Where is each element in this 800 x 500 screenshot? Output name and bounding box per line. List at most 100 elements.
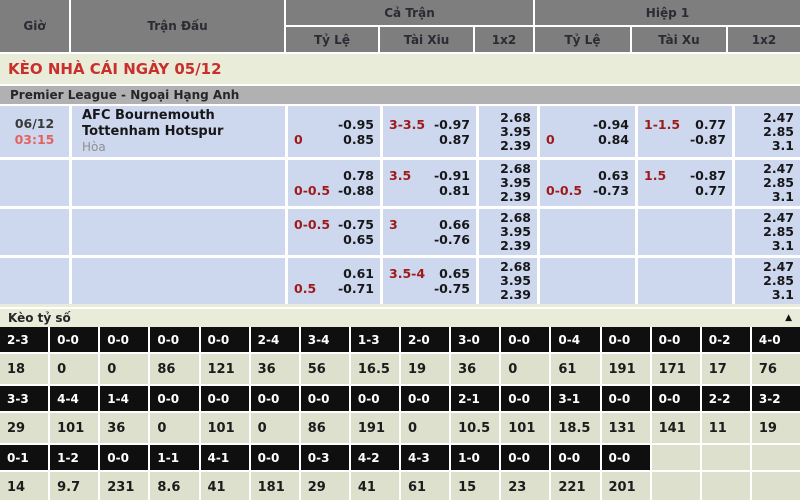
score-cell[interactable]: 0-0	[501, 327, 549, 352]
full-1x2-cell[interactable]: 2.683.952.39	[479, 209, 537, 255]
score-cell[interactable]: 4-1	[201, 445, 249, 470]
score-cell[interactable]: 3-4	[301, 327, 349, 352]
score-odds-cell[interactable]: 36	[251, 354, 299, 384]
score-cell[interactable]: 0-0	[652, 386, 700, 411]
full-handicap-cell[interactable]: -0.9500.85	[288, 106, 380, 157]
score-odds-cell[interactable]: 0	[50, 354, 98, 384]
score-cell[interactable]: 2-3	[0, 327, 48, 352]
score-cell[interactable]: 0-0	[251, 386, 299, 411]
score-cell[interactable]: 0-3	[301, 445, 349, 470]
score-cell[interactable]: 4-4	[50, 386, 98, 411]
score-odds-cell[interactable]: 61	[401, 472, 449, 500]
score-odds-cell[interactable]: 191	[351, 413, 399, 443]
h1-overunder-cell[interactable]	[638, 258, 732, 304]
full-1x2-cell[interactable]: 2.683.952.39	[479, 258, 537, 304]
score-cell[interactable]: 0-0	[251, 445, 299, 470]
score-cell[interactable]: 0-1	[0, 445, 48, 470]
h1-1x2-cell[interactable]: 2.472.853.1	[735, 106, 800, 157]
score-odds-cell[interactable]: 131	[602, 413, 650, 443]
score-odds-cell[interactable]: 101	[201, 413, 249, 443]
score-cell[interactable]: 0-2	[702, 327, 750, 352]
score-cell[interactable]: 4-0	[752, 327, 800, 352]
score-odds-cell[interactable]: 18	[0, 354, 48, 384]
score-cell[interactable]: 0-0	[652, 327, 700, 352]
score-odds-cell[interactable]: 10.5	[451, 413, 499, 443]
score-cell[interactable]: 4-2	[351, 445, 399, 470]
score-cell[interactable]: 2-0	[401, 327, 449, 352]
score-odds-cell[interactable]: 141	[652, 413, 700, 443]
score-odds-cell[interactable]: 14	[0, 472, 48, 500]
score-cell[interactable]: 0-0	[351, 386, 399, 411]
score-odds-cell[interactable]: 76	[752, 354, 800, 384]
score-odds-cell[interactable]: 29	[0, 413, 48, 443]
score-odds-cell[interactable]: 16.5	[351, 354, 399, 384]
score-cell[interactable]: 0-0	[201, 327, 249, 352]
score-odds-cell[interactable]: 191	[602, 354, 650, 384]
full-overunder-cell[interactable]: 30.66-0.76	[383, 209, 476, 255]
score-cell[interactable]: 2-4	[251, 327, 299, 352]
score-cell[interactable]: 0-0	[201, 386, 249, 411]
score-odds-cell[interactable]: 36	[100, 413, 148, 443]
score-cell[interactable]: 0-4	[551, 327, 599, 352]
full-handicap-cell[interactable]: 0.610.5-0.71	[288, 258, 380, 304]
score-odds-cell[interactable]: 36	[451, 354, 499, 384]
score-cell[interactable]: 1-2	[50, 445, 98, 470]
score-odds-cell[interactable]: 15	[451, 472, 499, 500]
score-cell[interactable]: 0-0	[50, 327, 98, 352]
full-overunder-cell[interactable]: 3-3.5-0.970.87	[383, 106, 476, 157]
score-odds-cell[interactable]: 41	[201, 472, 249, 500]
score-odds-cell[interactable]: 171	[652, 354, 700, 384]
score-odds-cell[interactable]: 101	[501, 413, 549, 443]
score-cell[interactable]: 0-0	[602, 327, 650, 352]
score-odds-cell[interactable]: 41	[351, 472, 399, 500]
score-odds-cell[interactable]: 86	[301, 413, 349, 443]
score-odds-cell[interactable]: 29	[301, 472, 349, 500]
score-odds-cell[interactable]: 0	[401, 413, 449, 443]
score-cell[interactable]: 3-0	[451, 327, 499, 352]
score-odds-cell[interactable]: 0	[251, 413, 299, 443]
score-cell[interactable]: 0-0	[501, 445, 549, 470]
full-1x2-cell[interactable]: 2.683.952.39	[479, 160, 537, 206]
score-odds-cell[interactable]: 101	[50, 413, 98, 443]
score-cell[interactable]: 1-1	[150, 445, 198, 470]
score-odds-cell[interactable]: 0	[501, 354, 549, 384]
score-cell[interactable]: 2-2	[702, 386, 750, 411]
score-odds-cell[interactable]: 19	[752, 413, 800, 443]
score-odds-cell[interactable]: 86	[150, 354, 198, 384]
score-odds-cell[interactable]: 231	[100, 472, 148, 500]
h1-overunder-cell[interactable]: 1-1.50.77-0.87	[638, 106, 732, 157]
h1-overunder-cell[interactable]	[638, 209, 732, 255]
h1-handicap-cell[interactable]	[540, 258, 635, 304]
score-cell[interactable]: 0-0	[551, 445, 599, 470]
score-odds-cell[interactable]: 19	[401, 354, 449, 384]
score-odds-cell[interactable]: 17	[702, 354, 750, 384]
score-cell[interactable]: 1-0	[451, 445, 499, 470]
h1-handicap-cell[interactable]	[540, 209, 635, 255]
score-cell[interactable]: 0-0	[100, 327, 148, 352]
h1-overunder-cell[interactable]: 1.5-0.870.77	[638, 160, 732, 206]
score-odds-cell[interactable]: 11	[702, 413, 750, 443]
full-1x2-cell[interactable]: 2.683.952.39	[479, 106, 537, 157]
score-odds-cell[interactable]: 9.7	[50, 472, 98, 500]
score-cell[interactable]: 1-3	[351, 327, 399, 352]
h1-handicap-cell[interactable]: 0.630-0.5-0.73	[540, 160, 635, 206]
score-cell[interactable]: 0-0	[602, 445, 650, 470]
score-cell[interactable]: 0-0	[301, 386, 349, 411]
score-odds-cell[interactable]: 121	[201, 354, 249, 384]
score-odds-cell[interactable]: 221	[551, 472, 599, 500]
h1-1x2-cell[interactable]: 2.472.853.1	[735, 160, 800, 206]
score-cell[interactable]: 3-3	[0, 386, 48, 411]
score-cell[interactable]: 0-0	[602, 386, 650, 411]
full-handicap-cell[interactable]: 0.780-0.5-0.88	[288, 160, 380, 206]
score-odds-cell[interactable]: 0	[150, 413, 198, 443]
score-cell[interactable]: 1-4	[100, 386, 148, 411]
h1-1x2-cell[interactable]: 2.472.853.1	[735, 209, 800, 255]
score-cell[interactable]: 3-1	[551, 386, 599, 411]
score-cell[interactable]: 3-2	[752, 386, 800, 411]
full-overunder-cell[interactable]: 3.5-0.910.81	[383, 160, 476, 206]
score-odds-cell[interactable]: 23	[501, 472, 549, 500]
h1-handicap-cell[interactable]: -0.9400.84	[540, 106, 635, 157]
score-odds-cell[interactable]: 201	[602, 472, 650, 500]
collapse-arrow-icon[interactable]: ▲	[785, 313, 792, 323]
score-cell[interactable]: 0-0	[100, 445, 148, 470]
